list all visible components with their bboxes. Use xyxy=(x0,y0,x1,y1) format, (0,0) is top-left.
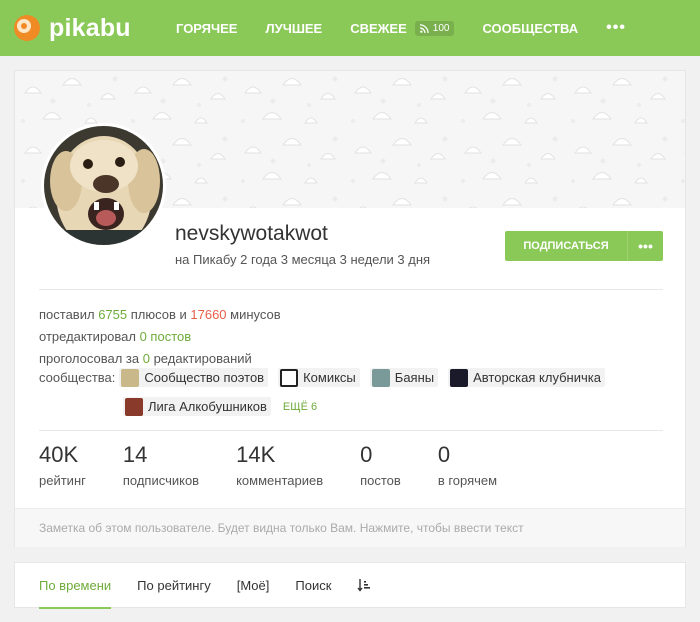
profile-stats: 40K рейтинг 14 подписчиков 14K комментар… xyxy=(39,442,534,489)
community-bayany[interactable]: Баяны xyxy=(369,368,439,387)
communities-row-2: Лига Алкобушников ЕЩЁ 6 xyxy=(123,397,317,416)
member-since: на Пикабу 2 года 3 месяца 3 недели 3 дня xyxy=(175,252,431,267)
votes-line: поставил 6755 плюсов и 17660 минусов xyxy=(39,307,281,322)
nav-fresh-label: СВЕЖЕЕ xyxy=(350,20,407,36)
subscribe-button[interactable]: ПОДПИСАТЬСЯ xyxy=(505,231,627,261)
rss-icon xyxy=(419,23,429,33)
community-klubnichka[interactable]: Авторская клубничка xyxy=(448,368,605,387)
tab-search[interactable]: Поиск xyxy=(295,562,331,608)
edited-line: отредактировал 0 постов xyxy=(39,329,192,344)
tab-by-rating[interactable]: По рейтингу xyxy=(137,562,211,608)
bayany-icon xyxy=(371,368,390,387)
community-comics[interactable]: Комиксы xyxy=(278,368,360,387)
stat-posts[interactable]: 0 постов xyxy=(360,443,401,489)
user-note-field[interactable]: Заметка об этом пользователе. Будет видн… xyxy=(15,508,685,547)
tab-by-time[interactable]: По времени xyxy=(39,562,112,609)
logo-text: pikabu xyxy=(49,13,131,42)
voted-edits-count: 0 xyxy=(142,351,150,366)
pikabu-logo[interactable]: pikabu xyxy=(14,14,164,43)
klubnichka-icon xyxy=(450,368,469,387)
alcoholics-icon xyxy=(125,397,143,416)
main-nav: ГОРЯЧЕЕ ЛУЧШЕЕ СВЕЖЕЕ 100 СООБЩЕСТВА ••• xyxy=(176,19,626,37)
profile-card: nevskywotakwot на Пикабу 2 года 3 месяца… xyxy=(14,70,686,547)
stat-comments[interactable]: 14K комментариев xyxy=(236,443,323,489)
communities-row: сообщества: Сообщество поэтов Комиксы Ба… xyxy=(39,368,615,387)
nav-communities[interactable]: СООБЩЕСТВА xyxy=(482,21,578,36)
top-header: pikabu ГОРЯЧЕЕ ЛУЧШЕЕ СВЕЖЕЕ 100 СООБЩЕС… xyxy=(0,0,700,56)
nav-more-button[interactable]: ••• xyxy=(606,19,626,37)
nav-hot[interactable]: ГОРЯЧЕЕ xyxy=(176,21,237,36)
stat-subscribers[interactable]: 14 подписчиков xyxy=(123,443,199,489)
minuses-count: 17660 xyxy=(190,307,227,322)
voted-edits-line: проголосовал за 0 редактирований xyxy=(39,351,252,366)
username: nevskywotakwot xyxy=(175,222,328,245)
more-communities-link[interactable]: ЕЩЁ 6 xyxy=(283,401,317,413)
user-avatar[interactable] xyxy=(41,123,166,248)
edited-posts-link[interactable]: 0 постов xyxy=(140,329,192,344)
community-poets[interactable]: Сообщество поэтов xyxy=(119,368,269,387)
profile-more-button[interactable]: ••• xyxy=(627,231,663,261)
comics-icon xyxy=(280,368,299,387)
communities-label: сообщества: xyxy=(39,370,116,385)
profile-tabs: По времени По рейтингу [Моё] Поиск xyxy=(14,562,686,609)
poets-icon xyxy=(121,368,140,387)
tab-mine[interactable]: [Моё] xyxy=(237,562,270,608)
community-alcoholics[interactable]: Лига Алкобушников xyxy=(123,397,271,416)
nav-best[interactable]: ЛУЧШЕЕ xyxy=(265,21,322,36)
stat-rating: 40K рейтинг xyxy=(39,442,86,489)
fresh-count-badge: 100 xyxy=(414,20,455,36)
sort-toggle[interactable] xyxy=(357,562,371,608)
divider xyxy=(39,430,663,431)
fresh-count: 100 xyxy=(432,22,450,34)
sort-icon xyxy=(357,579,371,592)
divider xyxy=(39,289,663,290)
pikabu-logo-icon xyxy=(14,15,40,41)
nav-fresh[interactable]: СВЕЖЕЕ 100 xyxy=(350,20,455,36)
pluses-count: 6755 xyxy=(98,307,128,322)
stat-hot[interactable]: 0 в горячем xyxy=(438,443,497,489)
dog-avatar-image xyxy=(44,126,163,245)
